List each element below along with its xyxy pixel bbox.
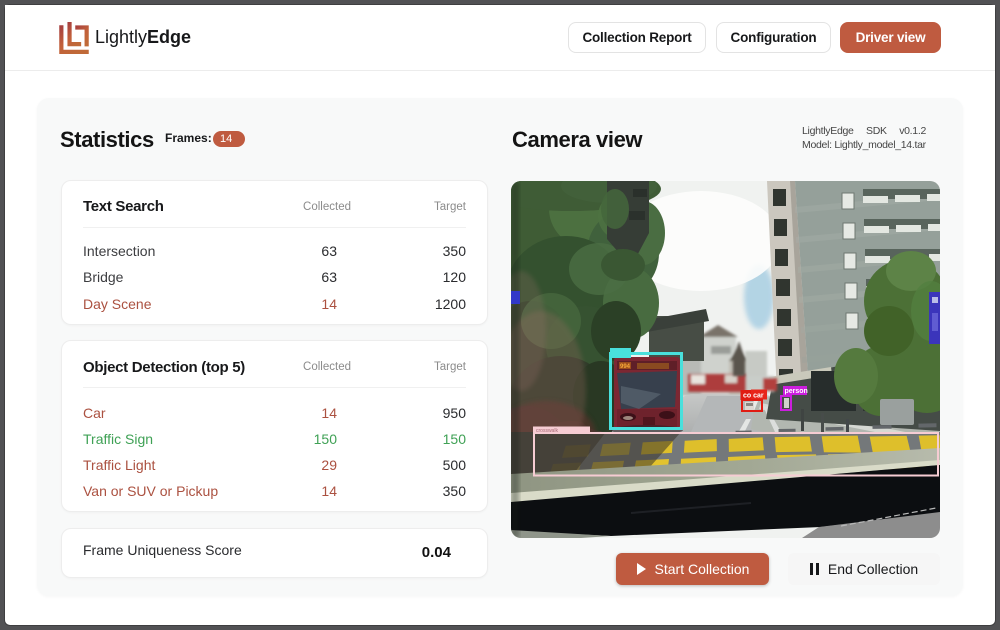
- svg-text:person: person: [785, 388, 808, 395]
- svg-text:994: 994: [620, 364, 631, 370]
- svg-text:co car: co car: [743, 393, 764, 400]
